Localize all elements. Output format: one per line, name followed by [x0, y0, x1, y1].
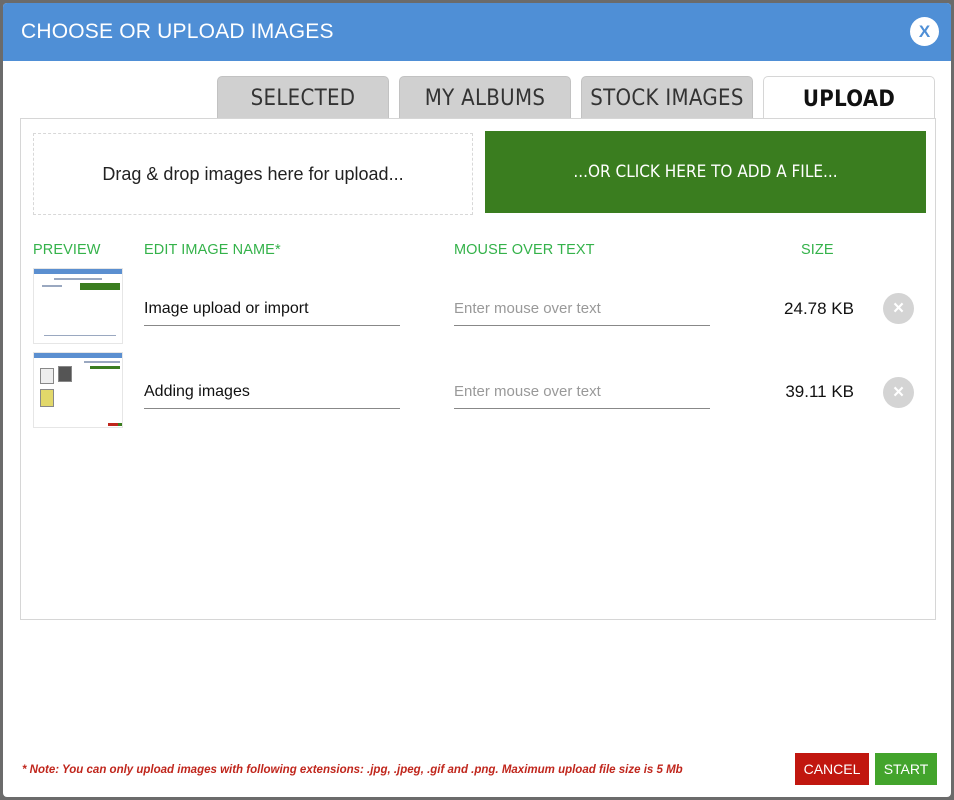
image-preview-thumbnail	[33, 268, 123, 344]
dropzone[interactable]: Drag & drop images here for upload...	[33, 133, 473, 215]
start-button[interactable]: START	[875, 753, 937, 785]
tab-bar: SELECTED MY ALBUMS STOCK IMAGES UPLOAD	[217, 76, 935, 121]
modal-header: CHOOSE OR UPLOAD IMAGES X	[3, 3, 951, 61]
tab-my-albums[interactable]: MY ALBUMS	[399, 76, 571, 119]
cancel-button[interactable]: CANCEL	[795, 753, 869, 785]
upload-note: * Note: You can only upload images with …	[22, 764, 683, 776]
remove-icon[interactable]: ×	[883, 293, 914, 324]
upload-panel: Drag & drop images here for upload... ..…	[20, 118, 936, 620]
image-preview-thumbnail	[33, 352, 123, 428]
mouse-over-text-input[interactable]: Enter mouse over text	[454, 375, 710, 409]
tab-stock-images[interactable]: STOCK IMAGES	[581, 76, 753, 119]
close-icon[interactable]: X	[910, 17, 939, 46]
column-header-size: SIZE	[801, 242, 834, 258]
tab-upload[interactable]: UPLOAD	[763, 76, 935, 121]
upload-modal: CHOOSE OR UPLOAD IMAGES X SELECTED MY AL…	[3, 3, 951, 797]
mouse-over-text-input[interactable]: Enter mouse over text	[454, 292, 710, 326]
file-size: 24.78 KB	[784, 299, 854, 318]
column-header-mouse-over: MOUSE OVER TEXT	[454, 242, 595, 258]
modal-title: CHOOSE OR UPLOAD IMAGES	[21, 20, 334, 43]
image-name-input[interactable]: Adding images	[144, 375, 400, 409]
image-name-input[interactable]: Image upload or import	[144, 292, 400, 326]
file-size: 39.11 KB	[785, 382, 854, 401]
column-header-preview: PREVIEW	[33, 242, 101, 258]
remove-icon[interactable]: ×	[883, 377, 914, 408]
add-file-button[interactable]: ...OR CLICK HERE TO ADD A FILE...	[485, 131, 926, 213]
column-header-name: EDIT IMAGE NAME*	[144, 242, 281, 258]
tab-selected[interactable]: SELECTED	[217, 76, 389, 119]
